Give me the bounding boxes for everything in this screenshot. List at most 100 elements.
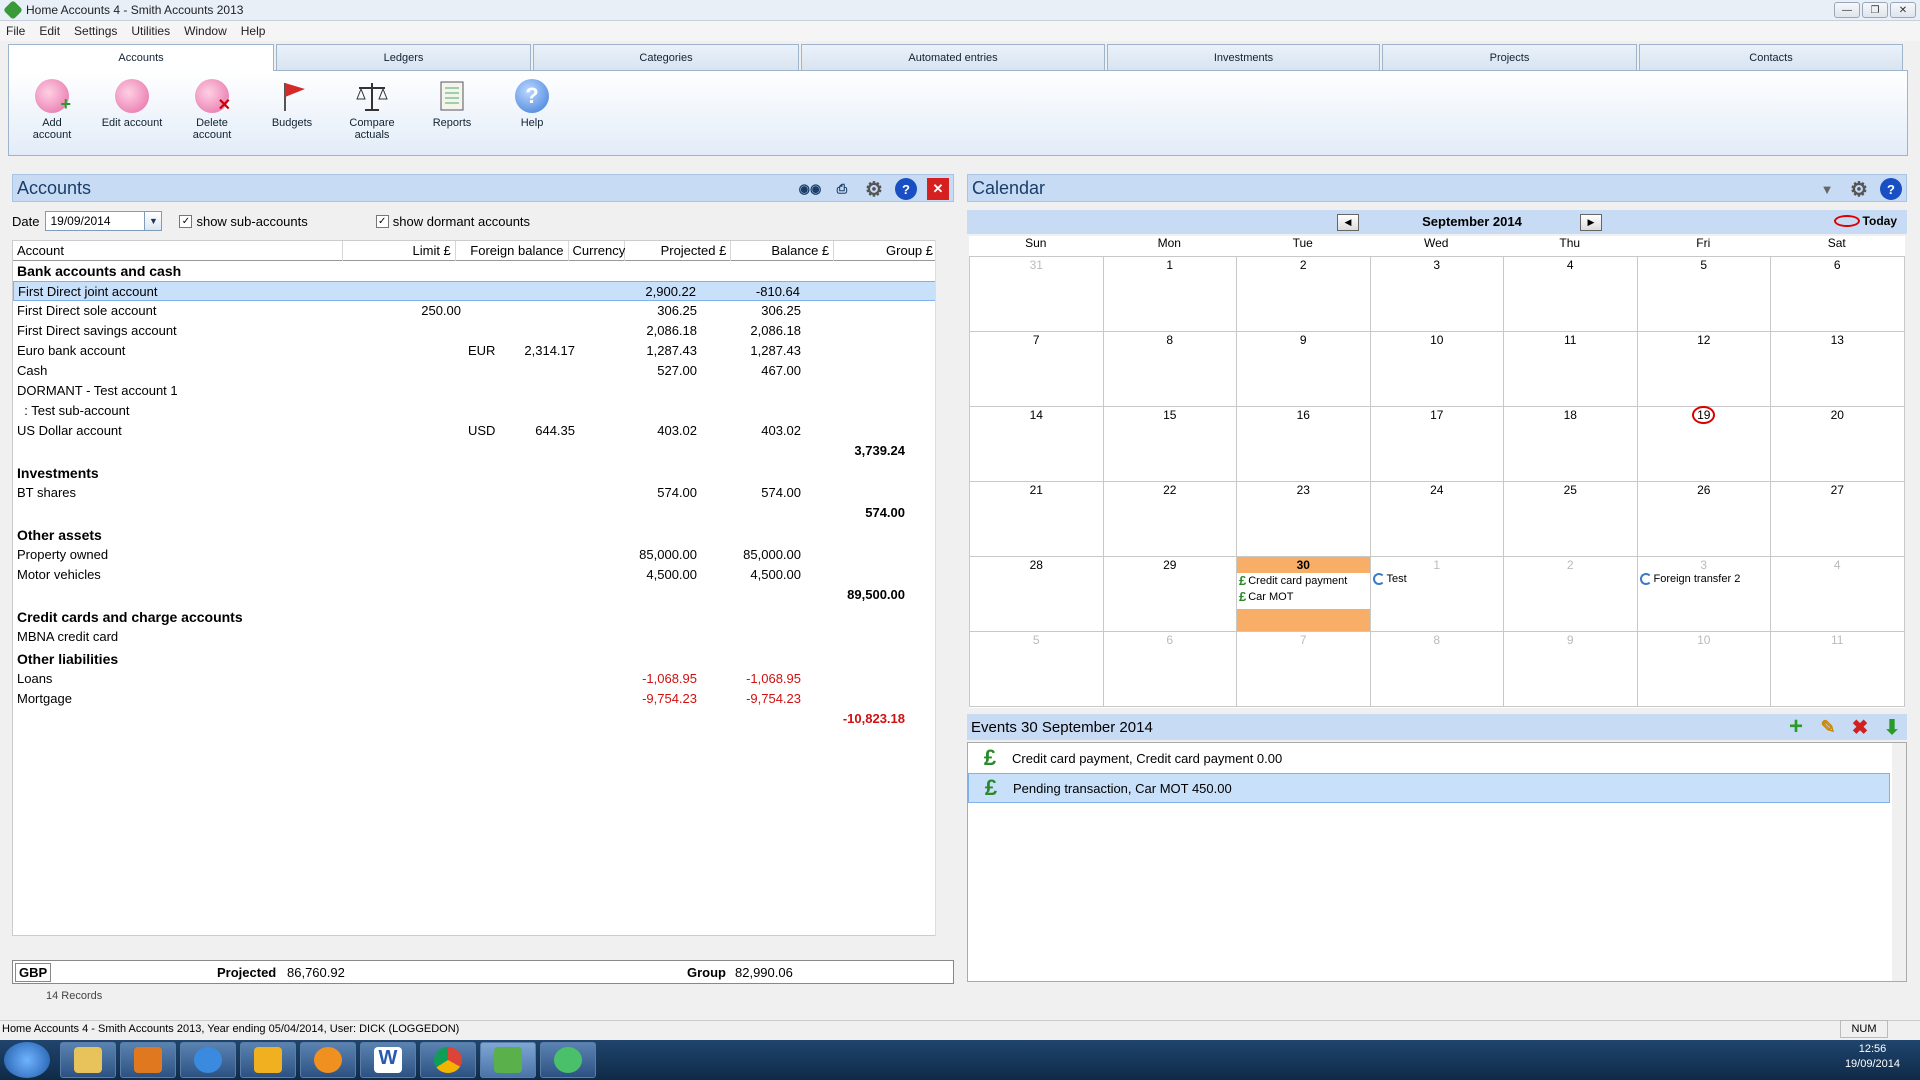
calendar-day[interactable]: 19 xyxy=(1636,406,1771,482)
group-total-row[interactable]: 3,739.24 xyxy=(13,441,935,461)
group-header[interactable]: Credit cards and charge accounts xyxy=(13,607,935,627)
group-header[interactable]: Other liabilities xyxy=(13,649,935,669)
taskbar-home-accounts[interactable] xyxy=(480,1042,536,1078)
calendar-day[interactable]: 8 xyxy=(1369,631,1504,707)
pencil-icon[interactable]: ✎ xyxy=(1817,716,1839,738)
tab-automated-entries[interactable]: Automated entries xyxy=(801,44,1105,70)
calendar-day[interactable]: 28 xyxy=(969,556,1104,632)
close-button[interactable]: ✕ xyxy=(1890,2,1916,18)
print-icon[interactable]: ⎙ xyxy=(831,178,853,200)
calendar-day[interactable]: 14 xyxy=(969,406,1104,482)
tab-projects[interactable]: Projects xyxy=(1382,44,1637,70)
group-total-row[interactable]: 89,500.00 xyxy=(13,585,935,605)
download-icon[interactable]: ⬇ xyxy=(1881,716,1903,739)
table-row[interactable]: MBNA credit card xyxy=(13,627,935,647)
calendar-day[interactable]: 30 £ Credit card payment £ Car MOT xyxy=(1236,556,1371,632)
table-row[interactable]: Loans -1,068.95 -1,068.95 xyxy=(13,669,935,689)
table-row[interactable]: Mortgage -9,754.23 -9,754.23 xyxy=(13,689,935,709)
calendar-day[interactable]: 5 xyxy=(969,631,1104,707)
show-dormant-accounts-checkbox[interactable]: ✓ show dormant accounts xyxy=(375,214,530,229)
tab-categories[interactable]: Categories xyxy=(533,44,799,70)
group-header[interactable]: Other assets xyxy=(13,525,935,545)
table-row[interactable]: US Dollar account 644.35 USD 403.02 403.02 xyxy=(13,421,935,441)
taskbar-word[interactable]: W xyxy=(360,1042,416,1078)
calendar-event[interactable]: Test xyxy=(1372,573,1407,585)
delete-icon[interactable]: ✖ xyxy=(1849,716,1871,739)
calendar-day[interactable]: 31 xyxy=(969,256,1104,332)
col-balance[interactable]: Balance £ xyxy=(731,241,835,261)
calendar-event[interactable]: £ Car MOT xyxy=(1239,589,1293,604)
calendar-day[interactable]: 12 xyxy=(1636,331,1771,407)
col-limit[interactable]: Limit £ xyxy=(343,241,456,261)
menu-file[interactable]: File xyxy=(6,24,25,38)
table-row[interactable]: First Direct savings account 2,086.18 2,08… xyxy=(13,321,935,341)
calendar-day[interactable]: 26 xyxy=(1636,481,1771,557)
calendar-day[interactable]: 9 xyxy=(1236,331,1371,407)
calendar-event[interactable]: £ Credit card payment xyxy=(1239,573,1347,588)
calendar-day[interactable]: 27 xyxy=(1770,481,1905,557)
col-projected[interactable]: Projected £ xyxy=(625,241,732,261)
prev-month-button[interactable]: ◀ xyxy=(1337,214,1359,231)
calendar-day[interactable]: 16 xyxy=(1236,406,1371,482)
calendar-day[interactable]: 13 xyxy=(1770,331,1905,407)
menu-edit[interactable]: Edit xyxy=(39,24,60,38)
compare-actuals-button[interactable]: Compare actuals xyxy=(337,79,407,141)
tab-ledgers[interactable]: Ledgers xyxy=(276,44,531,70)
accounts-vertical-scrollbar[interactable] xyxy=(935,240,951,936)
calendar-day[interactable]: 7 xyxy=(1236,631,1371,707)
help-icon[interactable]: ? xyxy=(1880,178,1902,200)
binoculars-icon[interactable]: ◉◉ xyxy=(799,178,822,200)
calendar-day[interactable]: 10 xyxy=(1369,331,1504,407)
taskbar-firefox[interactable] xyxy=(300,1042,356,1078)
calendar-day[interactable]: 20 xyxy=(1770,406,1905,482)
add-account-button[interactable]: + Add account xyxy=(17,79,87,141)
calendar-day[interactable]: 8 xyxy=(1102,331,1237,407)
menu-utilities[interactable]: Utilities xyxy=(131,24,170,38)
calendar-day[interactable]: 7 xyxy=(969,331,1104,407)
calendar-day[interactable]: 18 xyxy=(1503,406,1638,482)
col-foreign-balance[interactable]: Foreign balance xyxy=(456,241,569,261)
group-total-row[interactable]: -10,823.18 xyxy=(13,709,935,729)
table-row[interactable]: Motor vehicles 4,500.00 4,500.00 xyxy=(13,565,935,585)
menu-settings[interactable]: Settings xyxy=(74,24,117,38)
edit-account-button[interactable]: Edit account xyxy=(97,79,167,129)
col-group[interactable]: Group £ xyxy=(834,241,935,261)
calendar-day[interactable]: 25 xyxy=(1503,481,1638,557)
group-total-row[interactable]: 574.00 xyxy=(13,503,935,523)
menu-help[interactable]: Help xyxy=(241,24,266,38)
delete-account-button[interactable]: ✕ Delete account xyxy=(177,79,247,141)
taskbar-explorer[interactable] xyxy=(60,1042,116,1078)
table-row[interactable]: Cash 527.00 467.00 xyxy=(13,361,935,381)
minimize-button[interactable]: — xyxy=(1834,2,1860,18)
events-scrollbar[interactable] xyxy=(1892,743,1906,981)
calendar-day[interactable]: 4 xyxy=(1503,256,1638,332)
filter-icon[interactable]: ▼ xyxy=(1816,178,1838,200)
help-icon[interactable]: ? xyxy=(895,178,917,200)
system-clock[interactable]: 12:56 19/09/2014 xyxy=(1845,1042,1900,1072)
tab-investments[interactable]: Investments xyxy=(1107,44,1380,70)
calendar-day[interactable]: 2 xyxy=(1503,556,1638,632)
accounts-horizontal-scrollbar[interactable] xyxy=(12,936,936,950)
restore-button[interactable]: ❐ xyxy=(1862,2,1888,18)
reports-button[interactable]: Reports xyxy=(417,79,487,129)
calendar-day[interactable]: 6 xyxy=(1770,256,1905,332)
calendar-day[interactable]: 11 xyxy=(1770,631,1905,707)
calendar-day[interactable]: 2 xyxy=(1236,256,1371,332)
calendar-day[interactable]: 23 xyxy=(1236,481,1371,557)
close-icon[interactable]: ✕ xyxy=(927,178,949,200)
taskbar-outlook[interactable] xyxy=(240,1042,296,1078)
next-month-button[interactable]: ▶ xyxy=(1580,214,1602,231)
table-row[interactable]: BT shares 574.00 574.00 xyxy=(13,483,935,503)
today-button[interactable]: Today xyxy=(1833,214,1897,228)
group-header[interactable]: Investments xyxy=(13,463,935,483)
calendar-day[interactable]: 9 xyxy=(1503,631,1638,707)
taskbar-ie[interactable] xyxy=(180,1042,236,1078)
calendar-day[interactable]: 29 xyxy=(1102,556,1237,632)
calendar-day[interactable]: 5 xyxy=(1636,256,1771,332)
calendar-day[interactable]: 11 xyxy=(1503,331,1638,407)
table-row[interactable]: Euro bank account 2,314.17 EUR 1,287.43 1,28… xyxy=(13,341,935,361)
calendar-day[interactable]: 3 Foreign transfer 2 xyxy=(1636,556,1771,632)
date-field[interactable]: 19/09/2014 ▼ xyxy=(45,211,163,231)
calendar-day[interactable]: 15 xyxy=(1102,406,1237,482)
gear-icon[interactable]: ⚙ xyxy=(1848,178,1870,201)
